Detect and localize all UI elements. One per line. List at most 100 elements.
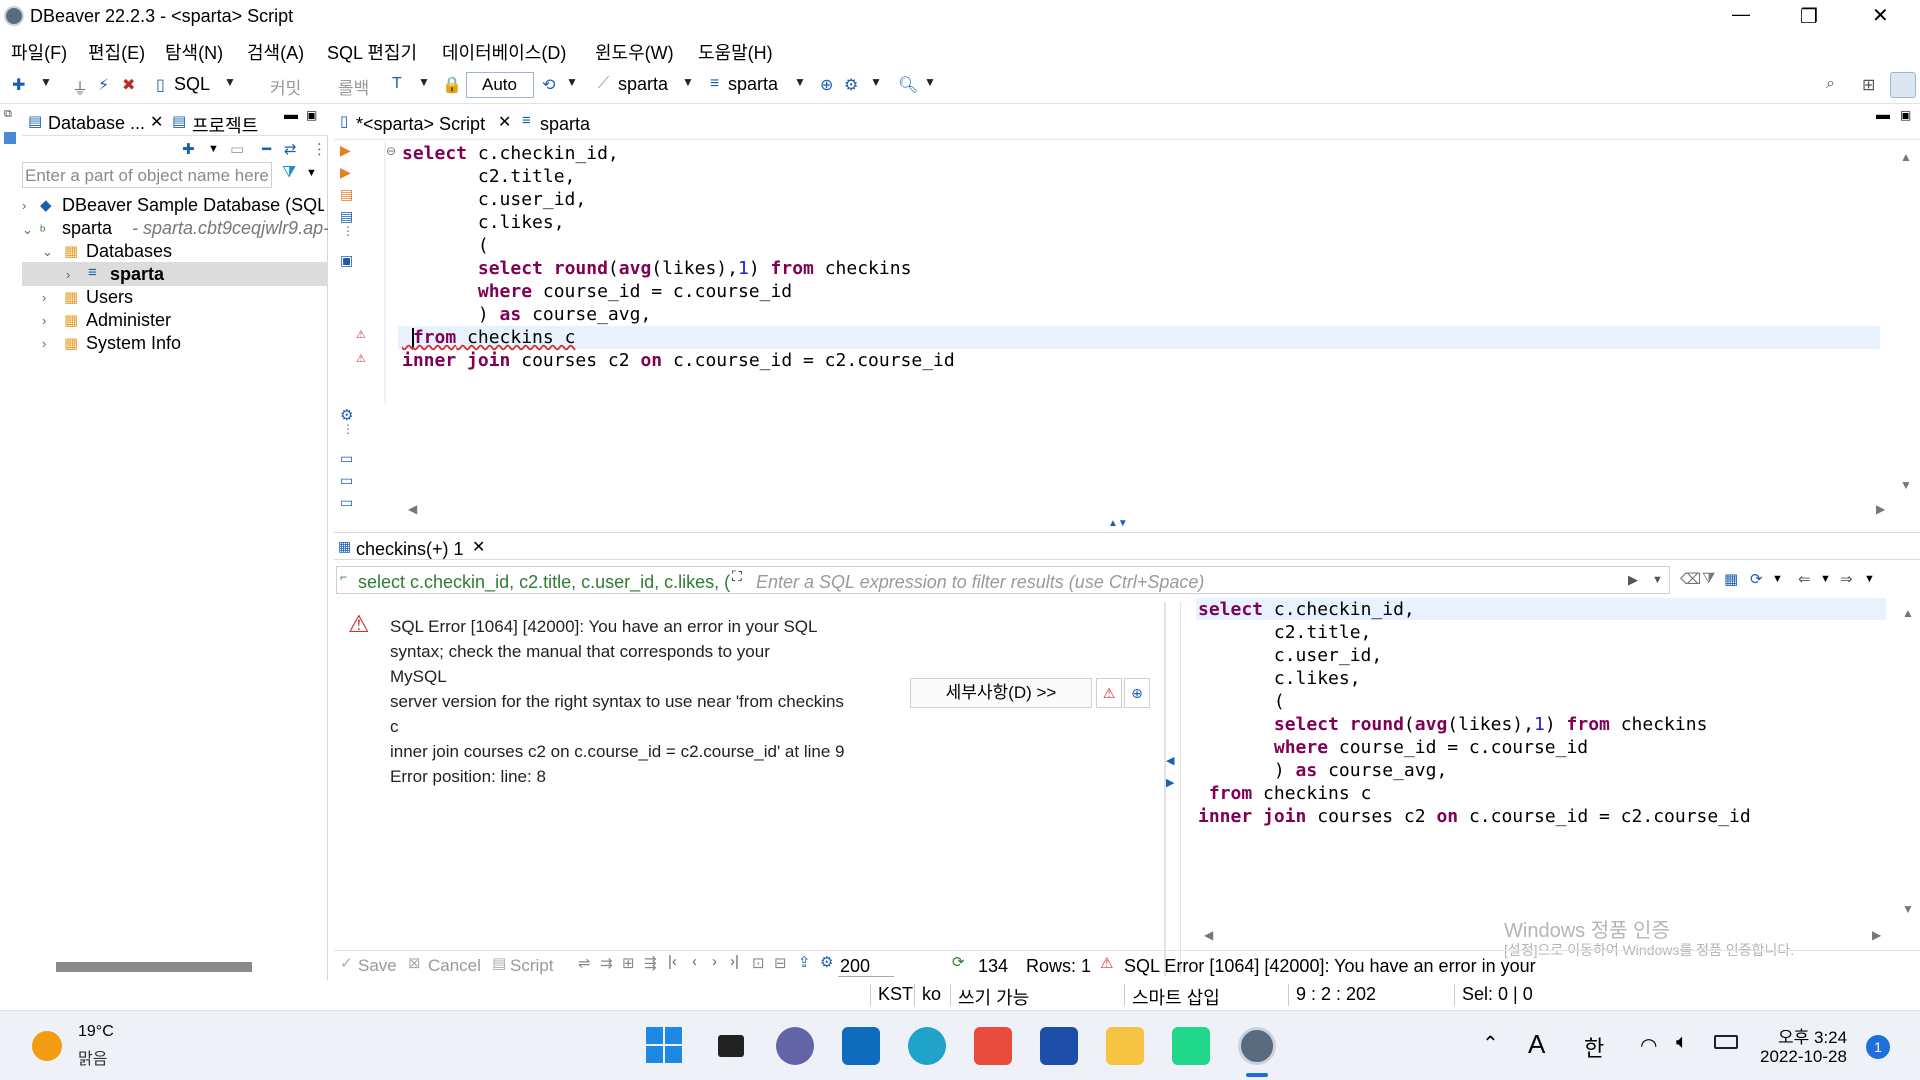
disconnect-icon[interactable]: ✖ [122, 75, 135, 95]
tree-item-administer[interactable]: Administer [86, 310, 171, 331]
teams-chat-icon[interactable] [776, 1027, 814, 1065]
execute-statement-icon[interactable]: ▶ [340, 142, 351, 159]
nav-forward-dropdown-icon[interactable]: ▼ [1864, 573, 1875, 585]
history-dropdown-icon[interactable]: ▼ [566, 75, 578, 89]
fetch-settings-icon[interactable]: ⚙ [820, 953, 833, 971]
edit-row-icon[interactable]: ⇌ [578, 954, 591, 972]
scroll-down-icon[interactable]: ▼ [1900, 478, 1912, 492]
filter-settings-icon[interactable]: ⧩ [1702, 570, 1715, 587]
execute-in-new-tab-icon[interactable]: ▶ [340, 164, 351, 181]
cancel-button[interactable]: Cancel [428, 956, 481, 976]
menu-file[interactable]: 파일(F) [11, 39, 67, 65]
tree-item-databases[interactable]: Databases [86, 241, 172, 262]
panel-splitter[interactable] [1164, 602, 1166, 976]
tree-expander-icon[interactable]: › [66, 267, 70, 282]
sash-toggle-icon[interactable]: ▲▼ [1108, 518, 1128, 529]
menu-help[interactable]: 도움말(H) [698, 39, 773, 65]
close-results-tab-icon[interactable]: ✕ [472, 537, 485, 557]
minimize-view-icon[interactable]: ▬ [284, 106, 298, 122]
weather-temperature[interactable]: 19°C [78, 1023, 114, 1041]
tree-expander-icon[interactable]: › [42, 336, 46, 351]
tree-expander-icon[interactable]: ⌄ [42, 244, 53, 260]
restore-button[interactable]: ❐ [1800, 4, 1818, 29]
filter-history-icon[interactable]: ▼ [1652, 574, 1663, 586]
tree-item-sample-db[interactable]: DBeaver Sample Database (SQLite) [62, 195, 324, 216]
office-icon[interactable] [974, 1027, 1012, 1065]
tab-database-navigator[interactable]: Database ... [48, 113, 145, 134]
splitter-left-icon[interactable]: ◀ [1166, 754, 1174, 767]
more-actions-icon[interactable]: ⋮ [342, 224, 354, 238]
sql-dropdown-icon[interactable]: ▼ [224, 75, 236, 89]
explain-plan-icon[interactable]: ▤ [340, 208, 353, 225]
schema-dropdown-icon[interactable]: ▼ [794, 75, 806, 89]
start-button-icon[interactable] [646, 1027, 684, 1065]
navigator-dropdown-icon[interactable]: ▼ [208, 143, 219, 155]
filter-dropdown-icon[interactable]: ▼ [306, 167, 317, 179]
search-toolbar-icon[interactable]: 🔍︎ [898, 75, 918, 95]
weather-sun-icon[interactable] [32, 1031, 62, 1061]
add-row-icon[interactable]: ⇉ [600, 954, 613, 972]
tab-sparta-script[interactable]: *<sparta> Script [356, 114, 485, 135]
results-filter-input[interactable]: Enter a SQL expression to filter results… [756, 572, 1204, 593]
filter-icon[interactable]: ⧩ [282, 164, 296, 182]
volume-icon[interactable]: 🔈︎ [1676, 1031, 1688, 1054]
menu-search[interactable]: 검색(A) [247, 39, 304, 65]
next-page-icon[interactable]: › [712, 953, 717, 970]
console-icon[interactable]: ▣ [340, 252, 353, 269]
datasource-dropdown-icon[interactable]: ▼ [682, 75, 694, 89]
more-actions-icon-2[interactable]: ⋮ [342, 422, 354, 436]
tree-expander-icon[interactable]: ⌄ [22, 222, 33, 238]
lock-icon[interactable]: 🔒 [442, 75, 462, 95]
code-area[interactable]: select c.checkin_id, c2.title, c.user_id… [402, 142, 1872, 412]
query-scroll-up-icon[interactable]: ▲ [1902, 606, 1914, 620]
splitter-right-icon[interactable]: ▶ [1166, 776, 1174, 789]
tree-item-system-info[interactable]: System Info [86, 333, 181, 354]
tools-icon[interactable]: ⚙ [844, 75, 858, 95]
object-filter-input[interactable]: Enter a part of object name here [22, 162, 272, 188]
tab-projects[interactable]: 프로젝트 [192, 112, 258, 138]
fold-icon[interactable]: ⊖ [386, 144, 396, 158]
close-tab-icon[interactable]: ✕ [150, 112, 163, 132]
transaction-mode-icon[interactable]: T [392, 75, 402, 93]
link-editor-icon[interactable]: ⇄ [284, 140, 297, 158]
sql-editor-icon[interactable]: ▯ [156, 75, 165, 95]
last-page-icon[interactable]: ›| [730, 953, 739, 970]
clock-time[interactable]: 오후 3:24 [1778, 1023, 1847, 1048]
tools-dropdown-icon[interactable]: ▼ [870, 75, 882, 89]
dropdown-icon[interactable]: ▼ [40, 75, 52, 89]
nav-back-dropdown-icon[interactable]: ▼ [1820, 573, 1831, 585]
refresh-count-icon[interactable]: ⟳ [952, 953, 965, 971]
ime-alpha-indicator[interactable]: A [1528, 1029, 1545, 1060]
filter-save-icon[interactable]: ▦ [1724, 570, 1738, 588]
query-scroll-right-icon[interactable]: ▶ [1872, 928, 1881, 942]
transaction-dropdown-icon[interactable]: ▼ [418, 75, 430, 89]
save-script-icon[interactable]: ▭ [340, 494, 353, 511]
mail-icon[interactable] [842, 1027, 880, 1065]
weather-condition[interactable]: 맑음 [78, 1045, 107, 1069]
commit-button[interactable]: 커밋 [270, 74, 301, 99]
rollback-button[interactable]: 롤백 [338, 74, 369, 99]
close-button[interactable]: ✕ [1872, 3, 1889, 28]
tree-expander-icon[interactable]: › [42, 290, 46, 305]
sql-button[interactable]: SQL [174, 74, 210, 95]
tree-item-users[interactable]: Users [86, 287, 133, 308]
edge-browser-icon[interactable] [908, 1027, 946, 1065]
history-icon[interactable]: ⟲ [542, 75, 555, 95]
restore-trim-icon[interactable]: ⧉ [4, 108, 12, 121]
apply-filter-icon[interactable]: ▶ [1628, 572, 1638, 588]
refresh-results-icon[interactable]: ⟳ [1750, 570, 1763, 588]
nav-forward-icon[interactable]: ⇒ [1840, 570, 1853, 588]
erase-filter-icon[interactable]: ⌫ [1680, 570, 1701, 588]
network-icon[interactable]: ⊕ [820, 75, 833, 95]
prev-page-icon[interactable]: ‹ [692, 953, 697, 970]
invalidate-icon[interactable]: ⚡ [98, 75, 109, 95]
battery-icon[interactable] [1714, 1035, 1738, 1049]
save-button[interactable]: Save [358, 956, 397, 976]
clock-date[interactable]: 2022-10-28 [1760, 1047, 1847, 1067]
minimize-button[interactable]: — [1732, 4, 1750, 25]
dbeaver-perspective-icon[interactable] [1890, 72, 1916, 98]
first-page-icon[interactable]: |‹ [668, 953, 677, 970]
query-scroll-left-icon[interactable]: ◀ [1204, 928, 1213, 942]
export-icon[interactable]: ▭ [340, 450, 353, 467]
open-perspective-icon[interactable]: ⊞ [1862, 75, 1875, 95]
